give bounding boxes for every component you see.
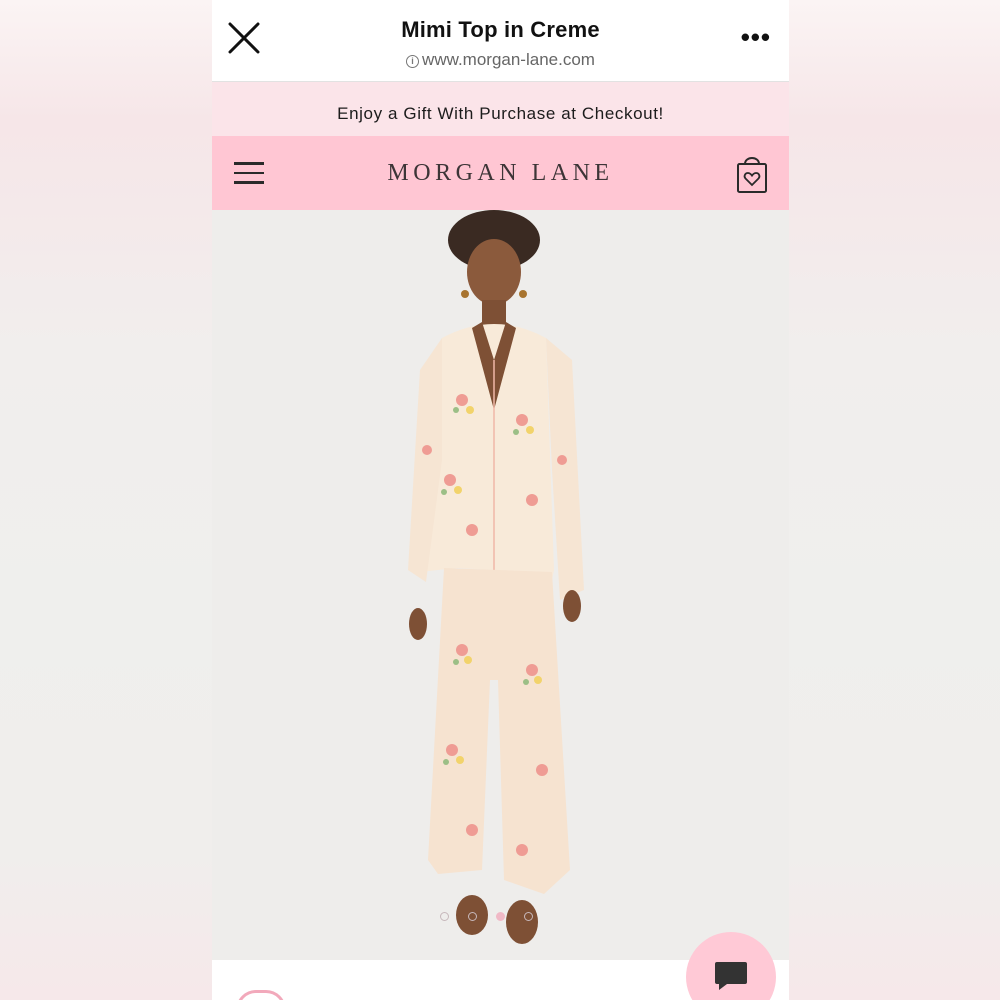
brand-logo[interactable]: MORGAN LANE [212,160,789,187]
product-image[interactable] [212,210,789,960]
chat-bubble-icon [715,962,747,990]
carousel-dot[interactable] [440,912,449,921]
phone-screen: Mimi Top in Creme i www.morgan-lane.com •… [212,0,789,1000]
promo-banner[interactable]: Enjoy a Gift With Purchase at Checkout! [212,82,789,136]
carousel-dot[interactable] [524,912,533,921]
url-text: www.morgan-lane.com [422,50,595,69]
model-figure [408,210,584,944]
browser-bar: Mimi Top in Creme i www.morgan-lane.com •… [212,0,789,82]
info-icon: i [406,55,420,68]
blurred-background-left [0,0,212,1000]
shopping-bag-icon[interactable] [734,152,770,196]
site-header: MORGAN LANE [212,136,789,210]
blurred-background-right [789,0,1000,1000]
promo-text: Enjoy a Gift With Purchase at Checkout! [337,104,664,123]
page-title: Mimi Top in Creme [401,17,600,42]
carousel-dot-active[interactable] [496,912,505,921]
carousel-indicator [440,908,552,921]
more-options-button[interactable]: ••• [741,22,771,53]
url-display: i www.morgan-lane.com [212,50,789,70]
carousel-dot[interactable] [468,912,477,921]
